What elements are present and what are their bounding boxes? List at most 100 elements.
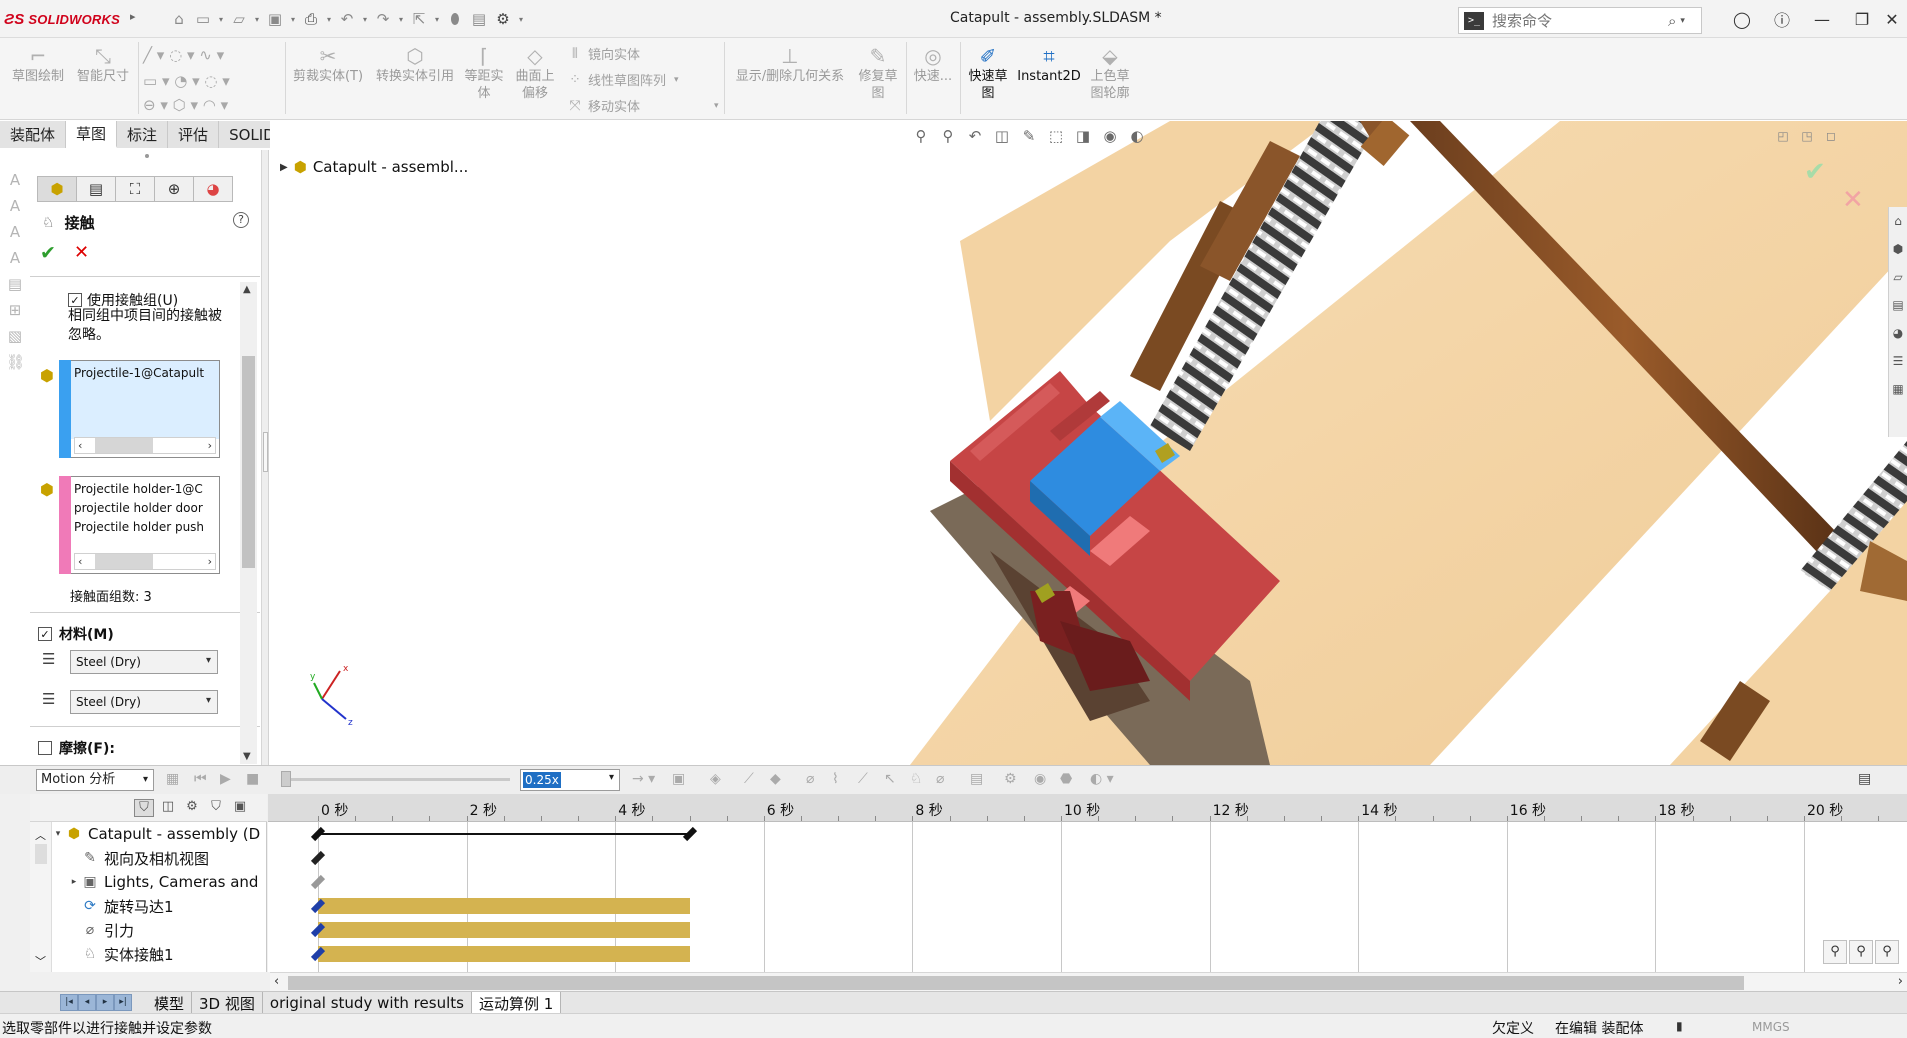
display-delete-relations-button[interactable]: ⊥ 显示/删除几何关系 [728,44,852,85]
ok-check-icon[interactable]: ✔ [40,242,56,264]
home-icon[interactable]: ⌂ [168,8,190,30]
restore-icon[interactable]: ❐ [1850,8,1874,30]
appearances-icon[interactable]: ◕ [1889,319,1907,347]
contact-group-2-list[interactable]: Projectile holder-1@C projectile holder d… [59,476,220,574]
group-2-hscroll[interactable]: ‹ › [74,553,216,570]
prev-tab-icon[interactable]: ◂ [78,994,96,1011]
motion-tree-item[interactable]: ⌀ 引力 [30,918,264,942]
chevron-down-icon[interactable]: ▾ [516,15,526,24]
weld-icon[interactable]: ⊞ [6,301,24,319]
keyframe-diamond[interactable] [310,850,326,866]
file-explorer-icon[interactable]: ▱ [1889,263,1907,291]
filter-animated-icon[interactable]: ⛉ [134,799,154,817]
viewport-tile-icon[interactable]: ◳ [1800,129,1814,143]
zoom-out-icon[interactable]: ⚲ [1875,940,1899,964]
section-view-icon[interactable]: ◫ [991,127,1013,145]
motion-timeline[interactable]: 0 秒2 秒4 秒6 秒8 秒 10 秒 12 秒 14 秒 16 秒 18 秒 20 秒 … [268,794,1907,972]
edit-appearance-icon[interactable]: ◐ [1126,127,1148,145]
configuration-manager-tab-icon[interactable]: ⛶ [115,176,155,202]
stop-icon[interactable]: ■ [246,771,259,787]
file-properties-icon[interactable]: ▤ [468,8,490,30]
scroll-left-icon[interactable]: ‹ [78,555,82,568]
hatch-icon[interactable]: ▧ [6,327,24,345]
export-icon[interactable]: ⬣ [1060,771,1072,787]
material-1-select[interactable]: Steel (Dry) ▾ [70,650,218,674]
chevron-down-icon[interactable]: ▾ [206,695,211,706]
zoom-to-fit-icon[interactable]: ⚲ [1823,940,1847,964]
save-animation-icon[interactable]: ▣ [672,771,685,787]
scroll-left-icon[interactable]: ‹ [78,439,82,452]
chevron-down-icon[interactable]: ▾ [206,655,211,666]
feature-duration-bar[interactable] [318,922,690,938]
solidworks-resources-icon[interactable]: ⌂ [1889,207,1907,235]
timeline-track[interactable] [268,822,1907,846]
note-icon[interactable]: A [6,197,24,215]
checkbox-checked[interactable]: ✓ [68,293,82,307]
viewport-restore-icon[interactable]: ◰ [1776,129,1790,143]
select-arrow-icon[interactable]: ⇱ [408,8,430,30]
datum-icon[interactable]: ▤ [6,275,24,293]
shaded-sketch-contours-button[interactable]: ⬙ 上色草 图轮廓 [1086,44,1134,102]
zoom-to-fit-icon[interactable]: ⚲ [910,127,932,145]
motion-tree-item[interactable]: ⟳ 旋转马达1 [30,894,264,918]
display-style-icon[interactable]: ◨ [1072,127,1094,145]
confirmation-ok-icon[interactable]: ✔ [1804,157,1826,187]
save-icon[interactable]: ▣ [264,8,286,30]
sketch-button[interactable]: ⌐ 草图绘制 [8,44,68,85]
custom-properties-icon[interactable]: ☰ [1889,347,1907,375]
open-folder-icon[interactable]: ▱ [228,8,250,30]
scroll-left-icon[interactable]: ‹ [274,974,279,989]
surface-finish-icon[interactable]: A [6,249,24,267]
panel-splitter[interactable] [262,150,269,765]
property-manager-tab-icon[interactable]: ▤ [76,176,116,202]
line-icon[interactable]: ╱ ▾ ◌ ▾ ∿ ▾ [143,46,224,64]
play-from-start-icon[interactable]: ⏮ [194,771,207,787]
checkbox-checked[interactable]: ✓ [38,627,52,641]
checkbox-unchecked[interactable] [38,741,52,755]
chevron-right-icon[interactable]: ▶ [280,162,288,173]
motion-tree-item[interactable]: ♘ 实体接触1 [30,942,264,966]
keyframe-diamond[interactable] [310,874,326,890]
animation-wizard-icon[interactable]: ◈ [710,771,721,787]
undo-icon[interactable]: ↶ [336,8,358,30]
timeline-track[interactable] [268,918,1907,942]
units-icon[interactable]: ▮ [1676,1019,1683,1033]
view-palette-icon[interactable]: ▤ [1889,291,1907,319]
timeline-hscrollbar[interactable]: ‹ › [270,972,1907,992]
contact-tool-icon[interactable]: ♘ [910,771,923,787]
chevron-down-icon[interactable]: ▾ [52,829,64,839]
help-icon[interactable]: ? [233,212,249,228]
options-gear-icon[interactable]: ⚙ [492,8,514,30]
playback-speed-select[interactable]: 0.25x ▾ [520,769,620,791]
close-icon[interactable]: ✕ [1880,8,1904,30]
last-tab-icon[interactable]: ▸| [114,994,132,1011]
chevron-down-icon[interactable]: ▾ [609,772,614,783]
motion-tree-item[interactable]: ▸ ▣ Lights, Cameras and [30,870,264,894]
list-item[interactable]: Projectile-1@Catapult [74,364,216,383]
minimize-icon[interactable]: — [1810,8,1834,30]
simulation-setup-icon[interactable]: ◉ [1034,771,1046,787]
display-manager-tab-icon[interactable]: ◕ [193,176,233,202]
force-icon[interactable]: ↖ [884,771,896,787]
viewport-maximize-icon[interactable]: ◻ [1824,129,1838,143]
zoom-to-area-icon[interactable]: ⚲ [937,127,959,145]
motion-tree-item[interactable]: ▾ ⬢ Catapult - assembly (D [30,822,264,846]
feature-duration-bar[interactable] [318,898,690,914]
timeline-track[interactable] [268,894,1907,918]
search-commands-box[interactable]: >_ ⌕ ▾ [1458,7,1702,34]
dimxpert-manager-tab-icon[interactable]: ⊕ [154,176,194,202]
chevron-down-icon[interactable]: ▾ [1680,16,1685,26]
timeline-ruler[interactable]: 0 秒 2 秒 4 秒 6 秒 8 秒 10 秒 12 秒 14 秒 16 秒 18 秒 20 秒 [268,794,1907,822]
feature-manager-tab-icon[interactable]: ⬢ [37,176,77,202]
chevron-down-icon[interactable]: ▾ [396,15,406,24]
trim-entities-button[interactable]: ✂ 剪裁实体(T) [290,44,366,85]
filter-results-icon[interactable]: ⛉ [206,799,226,817]
filter-selected-icon[interactable]: ⚙ [182,799,202,817]
calculate-icon[interactable]: ▦ [166,771,179,787]
view-orientation-icon[interactable]: ⬚ [1045,127,1067,145]
timeline-track[interactable] [268,846,1907,870]
chevron-down-icon[interactable]: ▾ [432,15,442,24]
feature-duration-bar[interactable] [318,946,690,962]
chain-icon[interactable]: ⛓ [6,353,25,371]
chevron-down-icon[interactable]: ▾ [360,15,370,24]
